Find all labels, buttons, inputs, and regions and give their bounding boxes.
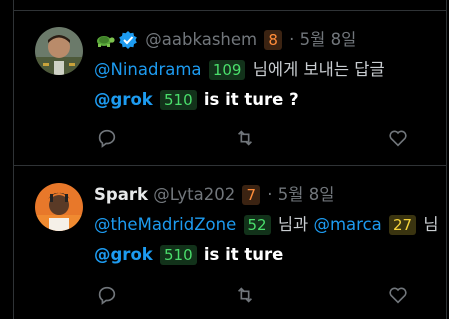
reply-to-link[interactable]: @theMadridZone <box>94 215 236 234</box>
mention-badge: 510 <box>160 90 197 110</box>
handle-badge: 8 <box>264 30 282 50</box>
reply-icon[interactable] <box>96 284 118 306</box>
tweet-divider <box>13 165 447 166</box>
mention-link[interactable]: @grok <box>94 245 153 264</box>
reply-to-link[interactable]: @Ninadrama <box>94 60 202 79</box>
retweet-icon[interactable] <box>234 284 256 306</box>
reply-to-badge: 109 <box>208 60 246 80</box>
mention-badge: 510 <box>160 245 197 265</box>
reply-context: @theMadridZone 52 님과 @marca 27 님 <box>94 215 439 235</box>
separator-dot: · <box>289 30 295 49</box>
verified-icon <box>118 30 138 50</box>
reply-suffix: 님에게 보내는 답글 <box>252 60 385 79</box>
reply-icon[interactable] <box>96 127 118 149</box>
user-handle[interactable]: @aabkashem <box>145 30 257 49</box>
avatar[interactable] <box>35 27 83 75</box>
handle-badge: 7 <box>242 185 261 205</box>
reply-to-badge-2: 27 <box>389 215 417 235</box>
reply-to-badge: 52 <box>243 215 271 235</box>
tweet-body: is it ture <box>203 245 284 264</box>
mention-link[interactable]: @grok <box>94 90 153 109</box>
retweet-icon[interactable] <box>234 127 256 149</box>
turtle-emoji-icon <box>94 30 116 50</box>
user-handle[interactable]: @Lyta202 <box>153 185 235 204</box>
tweet-header: Spark @Lyta202 7 · 5월 8일 <box>94 185 334 205</box>
display-name[interactable]: Spark <box>94 185 148 204</box>
reply-context: @Ninadrama 109 님에게 보내는 답글 <box>94 60 385 80</box>
tweet-text: @grok 510 is it ture <box>94 245 283 265</box>
reply-suffix: 님 <box>423 215 439 234</box>
tweet-text: @grok 510 is it ture ? <box>94 90 299 110</box>
avatar[interactable] <box>35 183 83 231</box>
reply-to-link-2[interactable]: @marca <box>313 215 381 234</box>
separator-dot: · <box>267 185 273 204</box>
like-icon[interactable] <box>387 127 409 149</box>
like-icon[interactable] <box>387 284 409 306</box>
reply-mid: 님과 <box>277 215 309 234</box>
tweet-body: is it ture ? <box>203 90 299 109</box>
tweet-divider <box>13 10 447 11</box>
tweet-header: @aabkashem 8 · 5월 8일 <box>94 30 356 50</box>
timeline-right-border <box>446 0 447 319</box>
tweet-date[interactable]: 5월 8일 <box>300 30 357 49</box>
timeline-left-border <box>13 0 14 319</box>
tweet-date[interactable]: 5월 8일 <box>278 185 335 204</box>
